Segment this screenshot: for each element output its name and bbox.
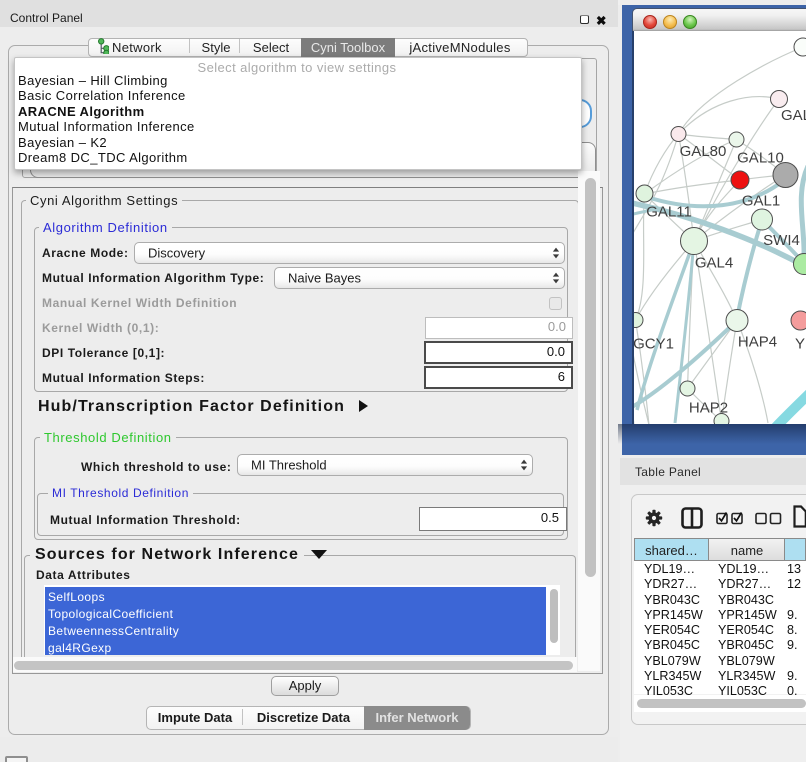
svg-text:HAP4: HAP4	[738, 334, 777, 351]
svg-text:GAL10: GAL10	[737, 150, 784, 167]
svg-text:GAL80: GAL80	[680, 143, 727, 160]
svg-text:GAL4: GAL4	[695, 255, 733, 272]
svg-text:HAP2: HAP2	[689, 400, 728, 417]
svg-text:GCY1: GCY1	[634, 336, 674, 353]
svg-text:GAL1: GAL1	[742, 193, 780, 210]
svg-text:SWI4: SWI4	[763, 232, 800, 249]
svg-text:GAL11: GAL11	[646, 204, 692, 221]
svg-text:GAL2: GAL2	[781, 107, 806, 124]
svg-text:YMR: YMR	[795, 336, 806, 353]
